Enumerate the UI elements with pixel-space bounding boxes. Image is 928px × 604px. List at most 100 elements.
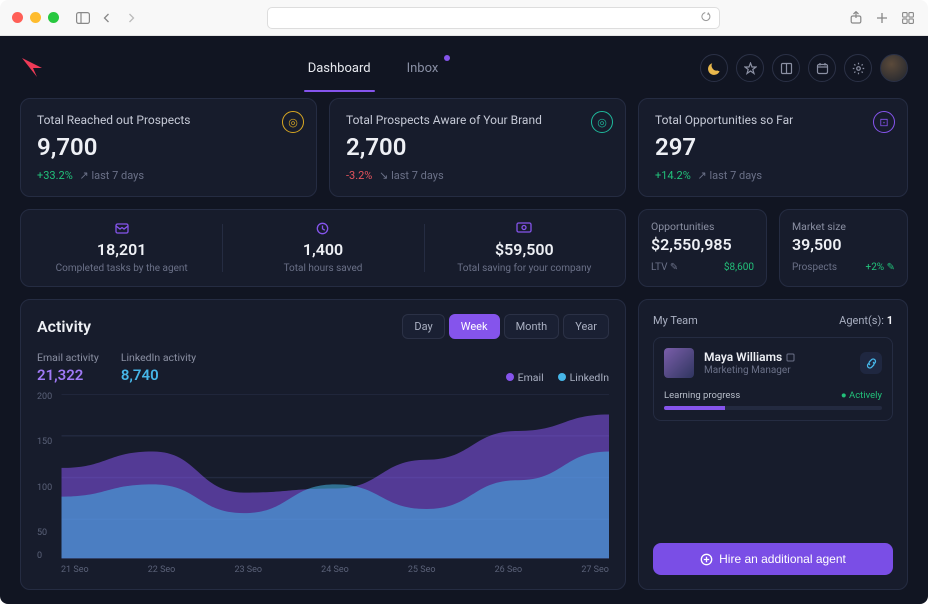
content: ◎ Total Reached out Prospects 9,700 +33.… [20, 98, 908, 590]
member-avatar [664, 348, 694, 378]
series-value: 21,322 [37, 366, 99, 384]
x-tick: 27 Seo [581, 565, 609, 575]
sidebar-icon[interactable] [75, 10, 91, 26]
kpi-delta: +33.2% ↗ last 7 days [37, 169, 300, 182]
minimize-window-icon[interactable] [30, 12, 41, 23]
stat-completed-tasks: 18,201 Completed tasks by the agent [21, 210, 222, 286]
progress-fill [664, 406, 725, 410]
back-icon[interactable] [99, 10, 115, 26]
mini-sub-value[interactable]: +2% ✎ [866, 262, 895, 273]
kpi-value: 9,700 [37, 133, 300, 161]
progress-status: ● Actively [841, 390, 882, 401]
mini-value: 39,500 [792, 235, 895, 254]
range-year[interactable]: Year [563, 314, 609, 339]
agent-stats-card: 18,201 Completed tasks by the agent 1,40… [20, 209, 626, 287]
progress-bar [664, 406, 882, 410]
mini-sub: LTV ✎ $8,600 [651, 262, 754, 273]
chart-legend: Email LinkedIn [506, 371, 609, 384]
kpi-opportunities: ⊡ Total Opportunities so Far 297 +14.2% … [638, 98, 908, 197]
kpi-delta-pct: -3.2% [346, 169, 372, 182]
plus-icon[interactable] [874, 10, 890, 26]
kpi-brand-aware: ◎ Total Prospects Aware of Your Brand 2,… [329, 98, 626, 197]
book-icon[interactable] [772, 54, 800, 82]
user-avatar[interactable] [880, 54, 908, 82]
kpi-period: ↗ last 7 days [697, 169, 762, 182]
x-tick: 22 Seo [148, 565, 176, 575]
kpi-reached-out: ◎ Total Reached out Prospects 9,700 +33.… [20, 98, 317, 197]
mini-sub-label: Prospects [792, 262, 837, 273]
topbar-actions [700, 54, 908, 82]
stat-value: 18,201 [27, 240, 216, 259]
kpi-title: Total Reached out Prospects [37, 113, 300, 127]
plus-circle-icon [700, 553, 713, 566]
y-tick: 0 [37, 551, 42, 561]
tabs-icon[interactable] [900, 10, 916, 26]
stat-hours-saved: 1,400 Total hours saved [222, 210, 423, 286]
mini-title: Opportunities [651, 220, 754, 233]
mini-value: $2,550,985 [651, 235, 754, 254]
activity-title: Activity [37, 317, 91, 336]
app-logo-icon[interactable] [20, 55, 46, 81]
nav-inbox-label: Inbox [407, 61, 439, 76]
hire-agent-button[interactable]: Hire an additional agent [653, 543, 893, 575]
dollar-icon [430, 222, 619, 238]
star-icon[interactable] [736, 54, 764, 82]
theme-toggle-icon[interactable] [700, 54, 728, 82]
mini-sub: Prospects +2% ✎ [792, 262, 895, 273]
share-icon[interactable] [848, 10, 864, 26]
kpi-delta: +14.2% ↗ last 7 days [655, 169, 891, 182]
team-header: My Team Agent(s): 1 [653, 314, 893, 327]
kpi-value: 297 [655, 133, 891, 161]
clock-icon [228, 222, 417, 238]
kpi-value: 2,700 [346, 133, 609, 161]
kpi-title: Total Prospects Aware of Your Brand [346, 113, 609, 127]
maximize-window-icon[interactable] [48, 12, 59, 23]
mini-cards: Opportunities $2,550,985 LTV ✎ $8,600 Ma… [638, 209, 908, 287]
team-card: My Team Agent(s): 1 Maya Williams [638, 299, 908, 590]
y-tick: 100 [37, 483, 52, 493]
mid-row: 18,201 Completed tasks by the agent 1,40… [20, 209, 908, 287]
forward-icon[interactable] [123, 10, 139, 26]
y-tick: 50 [37, 528, 47, 538]
stat-value: $59,500 [430, 240, 619, 259]
nav-dashboard[interactable]: Dashboard [304, 53, 375, 84]
calendar-icon[interactable] [808, 54, 836, 82]
kpi-period: ↘ last 7 days [379, 169, 444, 182]
series-email: Email activity 21,322 [37, 351, 99, 384]
stat-savings: $59,500 Total saving for your company [424, 210, 625, 286]
y-tick: 200 [37, 392, 52, 402]
inbox-unread-dot-icon [444, 55, 450, 61]
mini-sub-label[interactable]: LTV ✎ [651, 262, 678, 273]
bottom-row: Activity Day Week Month Year Email activ… [20, 299, 908, 590]
x-tick: 25 Seo [408, 565, 436, 575]
team-title: My Team [653, 314, 698, 327]
settings-gear-icon[interactable] [844, 54, 872, 82]
stat-label: Total saving for your company [430, 263, 619, 274]
series-label: LinkedIn activity [121, 351, 196, 364]
kpi-delta-pct: +14.2% [655, 169, 691, 182]
activity-card: Activity Day Week Month Year Email activ… [20, 299, 626, 590]
kpi-delta-pct: +33.2% [37, 169, 73, 182]
series-linkedin: LinkedIn activity 8,740 [121, 351, 196, 384]
team-member[interactable]: Maya Williams Marketing Manager Learning… [653, 337, 893, 421]
mini-title: Market size [792, 220, 895, 233]
nav-inbox[interactable]: Inbox [403, 53, 443, 84]
range-day[interactable]: Day [402, 314, 444, 339]
x-tick: 24 Seo [321, 565, 349, 575]
address-bar[interactable] [267, 7, 720, 29]
top-nav: Dashboard Inbox [304, 53, 443, 84]
mini-market-size: Market size 39,500 Prospects +2% ✎ [779, 209, 908, 287]
close-window-icon[interactable] [12, 12, 23, 23]
range-week[interactable]: Week [449, 314, 500, 339]
mini-sub-value: $8,600 [724, 262, 754, 273]
activity-chart: 200 150 100 50 0 21 Seo [37, 394, 609, 575]
range-month[interactable]: Month [504, 314, 560, 339]
y-tick: 150 [37, 437, 52, 447]
stat-label: Completed tasks by the agent [27, 263, 216, 274]
brand-icon: ◎ [591, 111, 613, 133]
kpi-title: Total Opportunities so Far [655, 113, 891, 127]
app-root: Dashboard Inbox [0, 36, 928, 604]
member-link-icon[interactable] [860, 352, 882, 374]
series-label: Email activity [37, 351, 99, 364]
chart-svg [37, 394, 609, 575]
